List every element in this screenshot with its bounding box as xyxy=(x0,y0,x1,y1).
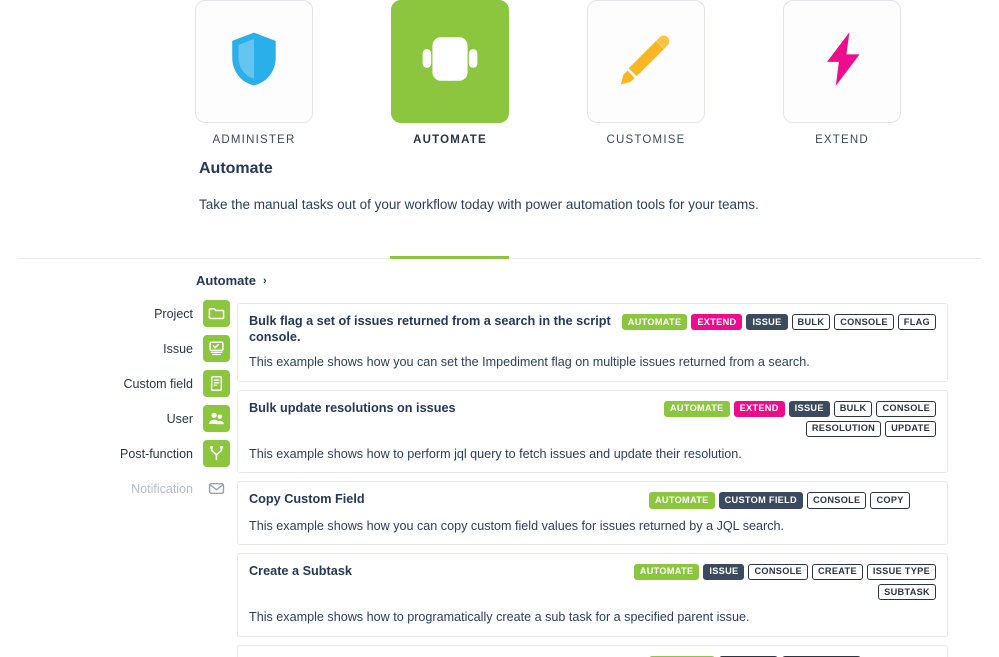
sidebar-item-label: Notification xyxy=(131,481,193,496)
page-description: Take the manual tasks out of your workfl… xyxy=(199,197,759,212)
category-tile-administer[interactable]: ADMINISTER xyxy=(195,0,313,150)
tag-extend[interactable]: EXTEND xyxy=(733,400,785,417)
tag-issue[interactable]: ISSUE xyxy=(746,314,788,331)
tag-resolution[interactable]: RESOLUTION xyxy=(805,420,882,438)
category-tile-extend[interactable]: EXTEND xyxy=(783,0,901,150)
breadcrumb[interactable]: Automate › xyxy=(196,273,267,288)
tag-automate[interactable]: AUTOMATE xyxy=(633,563,700,581)
example-card-tags: AUTOMATE CUSTOM FIELD CONSOLE COPY xyxy=(649,491,910,509)
tag-update[interactable]: UPDATE xyxy=(885,420,936,438)
tag-bulk[interactable]: BULK xyxy=(791,314,831,331)
example-card-tags: AUTOMATE ISSUE CONSOLE CREATE ISSUE TYPE SUBT… xyxy=(606,563,936,601)
sidebar-item-custom-field[interactable]: Custom field xyxy=(80,370,230,397)
example-card-header: Bulk update resolutions on issues AUTOMAT… xyxy=(249,400,936,438)
category-tile-customise[interactable]: CUSTOMISE xyxy=(587,0,705,150)
document-icon[interactable] xyxy=(203,370,230,397)
example-card-description: This example shows how you can set the I… xyxy=(249,355,810,370)
category-tile-label: ADMINISTER xyxy=(212,134,296,146)
folder-icon[interactable] xyxy=(203,300,230,327)
tag-create[interactable]: CREATE xyxy=(811,563,863,581)
tag-copy[interactable]: COPY xyxy=(870,492,910,509)
example-list: Bulk flag a set of issues returned from … xyxy=(237,303,948,657)
example-card-title[interactable]: Bulk update resolutions on issues xyxy=(249,400,606,416)
robot-icon xyxy=(419,28,481,95)
envelope-icon xyxy=(203,475,230,502)
tag-automate[interactable]: AUTOMATE xyxy=(663,400,730,417)
bolt-icon xyxy=(811,28,873,95)
example-card[interactable]: Create remote linkAUTOMATECONSOLEREMOTE … xyxy=(237,644,948,657)
tag-flag[interactable]: FLAG xyxy=(897,314,936,331)
example-card-tags: AUTOMATE EXTEND ISSUE BULK CONSOLE RESOLUTION… xyxy=(606,400,936,438)
tag-console[interactable]: CONSOLE xyxy=(748,563,808,581)
section-heading: Automate Take the manual tasks out of yo… xyxy=(199,160,759,212)
page-title: Automate xyxy=(199,160,273,177)
example-card[interactable]: Bulk flag a set of issues returned from … xyxy=(237,303,948,382)
sidebar-item-label: Issue xyxy=(163,341,193,356)
tag-issue[interactable]: ISSUE xyxy=(703,563,745,581)
category-tile-box[interactable] xyxy=(391,0,509,123)
example-card-description: This example shows how you can copy cust… xyxy=(249,518,785,533)
tag-console[interactable]: CONSOLE xyxy=(876,400,936,417)
category-tile-label: CUSTOMISE xyxy=(606,134,686,146)
tag-automate[interactable]: AUTOMATE xyxy=(649,492,715,509)
example-card-title[interactable]: Bulk flag a set of issues returned from … xyxy=(249,313,622,345)
example-card[interactable]: Create a Subtask AUTOMATE ISSUE CONSOLE CREA… xyxy=(237,552,948,637)
example-card-header: Copy Custom Field AUTOMATE CUSTOM FIELD CON… xyxy=(249,491,936,509)
category-tile-label: AUTOMATE xyxy=(413,134,487,146)
category-tile-box[interactable] xyxy=(783,0,901,123)
example-card-tags: AUTOMATE EXTEND ISSUE BULK CONSOLE FLAG xyxy=(621,313,936,331)
example-card-description: This example shows how to perform jql qu… xyxy=(249,447,742,462)
sidebar-item-label: Post-function xyxy=(120,446,193,461)
sidebar-item-label: Project xyxy=(154,306,193,321)
sidebar-item-issue[interactable]: Issue xyxy=(80,335,230,362)
example-card[interactable]: Copy Custom Field AUTOMATE CUSTOM FIELD CON… xyxy=(237,481,948,545)
tag-extend[interactable]: EXTEND xyxy=(691,314,743,331)
tag-subtask[interactable]: SUBTASK xyxy=(878,584,936,601)
tag-issue-type[interactable]: ISSUE TYPE xyxy=(866,563,936,581)
category-tiles: ADMINISTER AUTOMATE CUSTOMISE EXTEND xyxy=(0,0,999,150)
page-root: ADMINISTER AUTOMATE CUSTOMISE EXTEND Auto… xyxy=(0,0,999,657)
example-card-description: This example shows how to programaticall… xyxy=(249,610,750,625)
sidebar-item-project[interactable]: Project xyxy=(80,300,230,327)
category-tile-label: EXTEND xyxy=(815,134,869,146)
sidebar-item-label: User xyxy=(166,411,193,426)
chevron-right-icon: › xyxy=(262,274,267,287)
users-icon[interactable] xyxy=(203,405,230,432)
example-card-title[interactable]: Create a Subtask xyxy=(249,563,606,579)
example-card-header: Bulk flag a set of issues returned from … xyxy=(249,313,936,345)
issue-card-icon[interactable] xyxy=(203,335,230,362)
tag-issue[interactable]: ISSUE xyxy=(788,400,830,417)
branch-icon[interactable] xyxy=(203,440,230,467)
sidebar-item-post-function[interactable]: Post-function xyxy=(80,440,230,467)
tag-console[interactable]: CONSOLE xyxy=(834,314,894,331)
category-tile-box[interactable] xyxy=(195,0,313,123)
sidebar-item-user[interactable]: User xyxy=(80,405,230,432)
category-tile-box[interactable] xyxy=(587,0,705,123)
sidebar-item-notification: Notification xyxy=(80,475,230,502)
example-card[interactable]: Bulk update resolutions on issues AUTOMAT… xyxy=(237,389,948,474)
pencil-icon xyxy=(615,28,677,95)
tag-automate[interactable]: AUTOMATE xyxy=(621,314,688,331)
example-card-title[interactable]: Copy Custom Field xyxy=(249,491,649,507)
category-sidebar: Project Issue Custom field User Post-func… xyxy=(80,300,230,510)
shield-icon xyxy=(223,28,285,95)
tag-custom-field[interactable]: CUSTOM FIELD xyxy=(718,492,803,509)
sidebar-item-label: Custom field xyxy=(123,376,193,391)
tag-bulk[interactable]: BULK xyxy=(833,400,873,417)
category-tile-automate[interactable]: AUTOMATE xyxy=(391,0,509,150)
example-card-header: Create a Subtask AUTOMATE ISSUE CONSOLE CREA… xyxy=(249,563,936,601)
active-tab-indicator xyxy=(390,256,509,259)
breadcrumb-label[interactable]: Automate xyxy=(196,273,256,288)
tag-console[interactable]: CONSOLE xyxy=(806,492,867,509)
